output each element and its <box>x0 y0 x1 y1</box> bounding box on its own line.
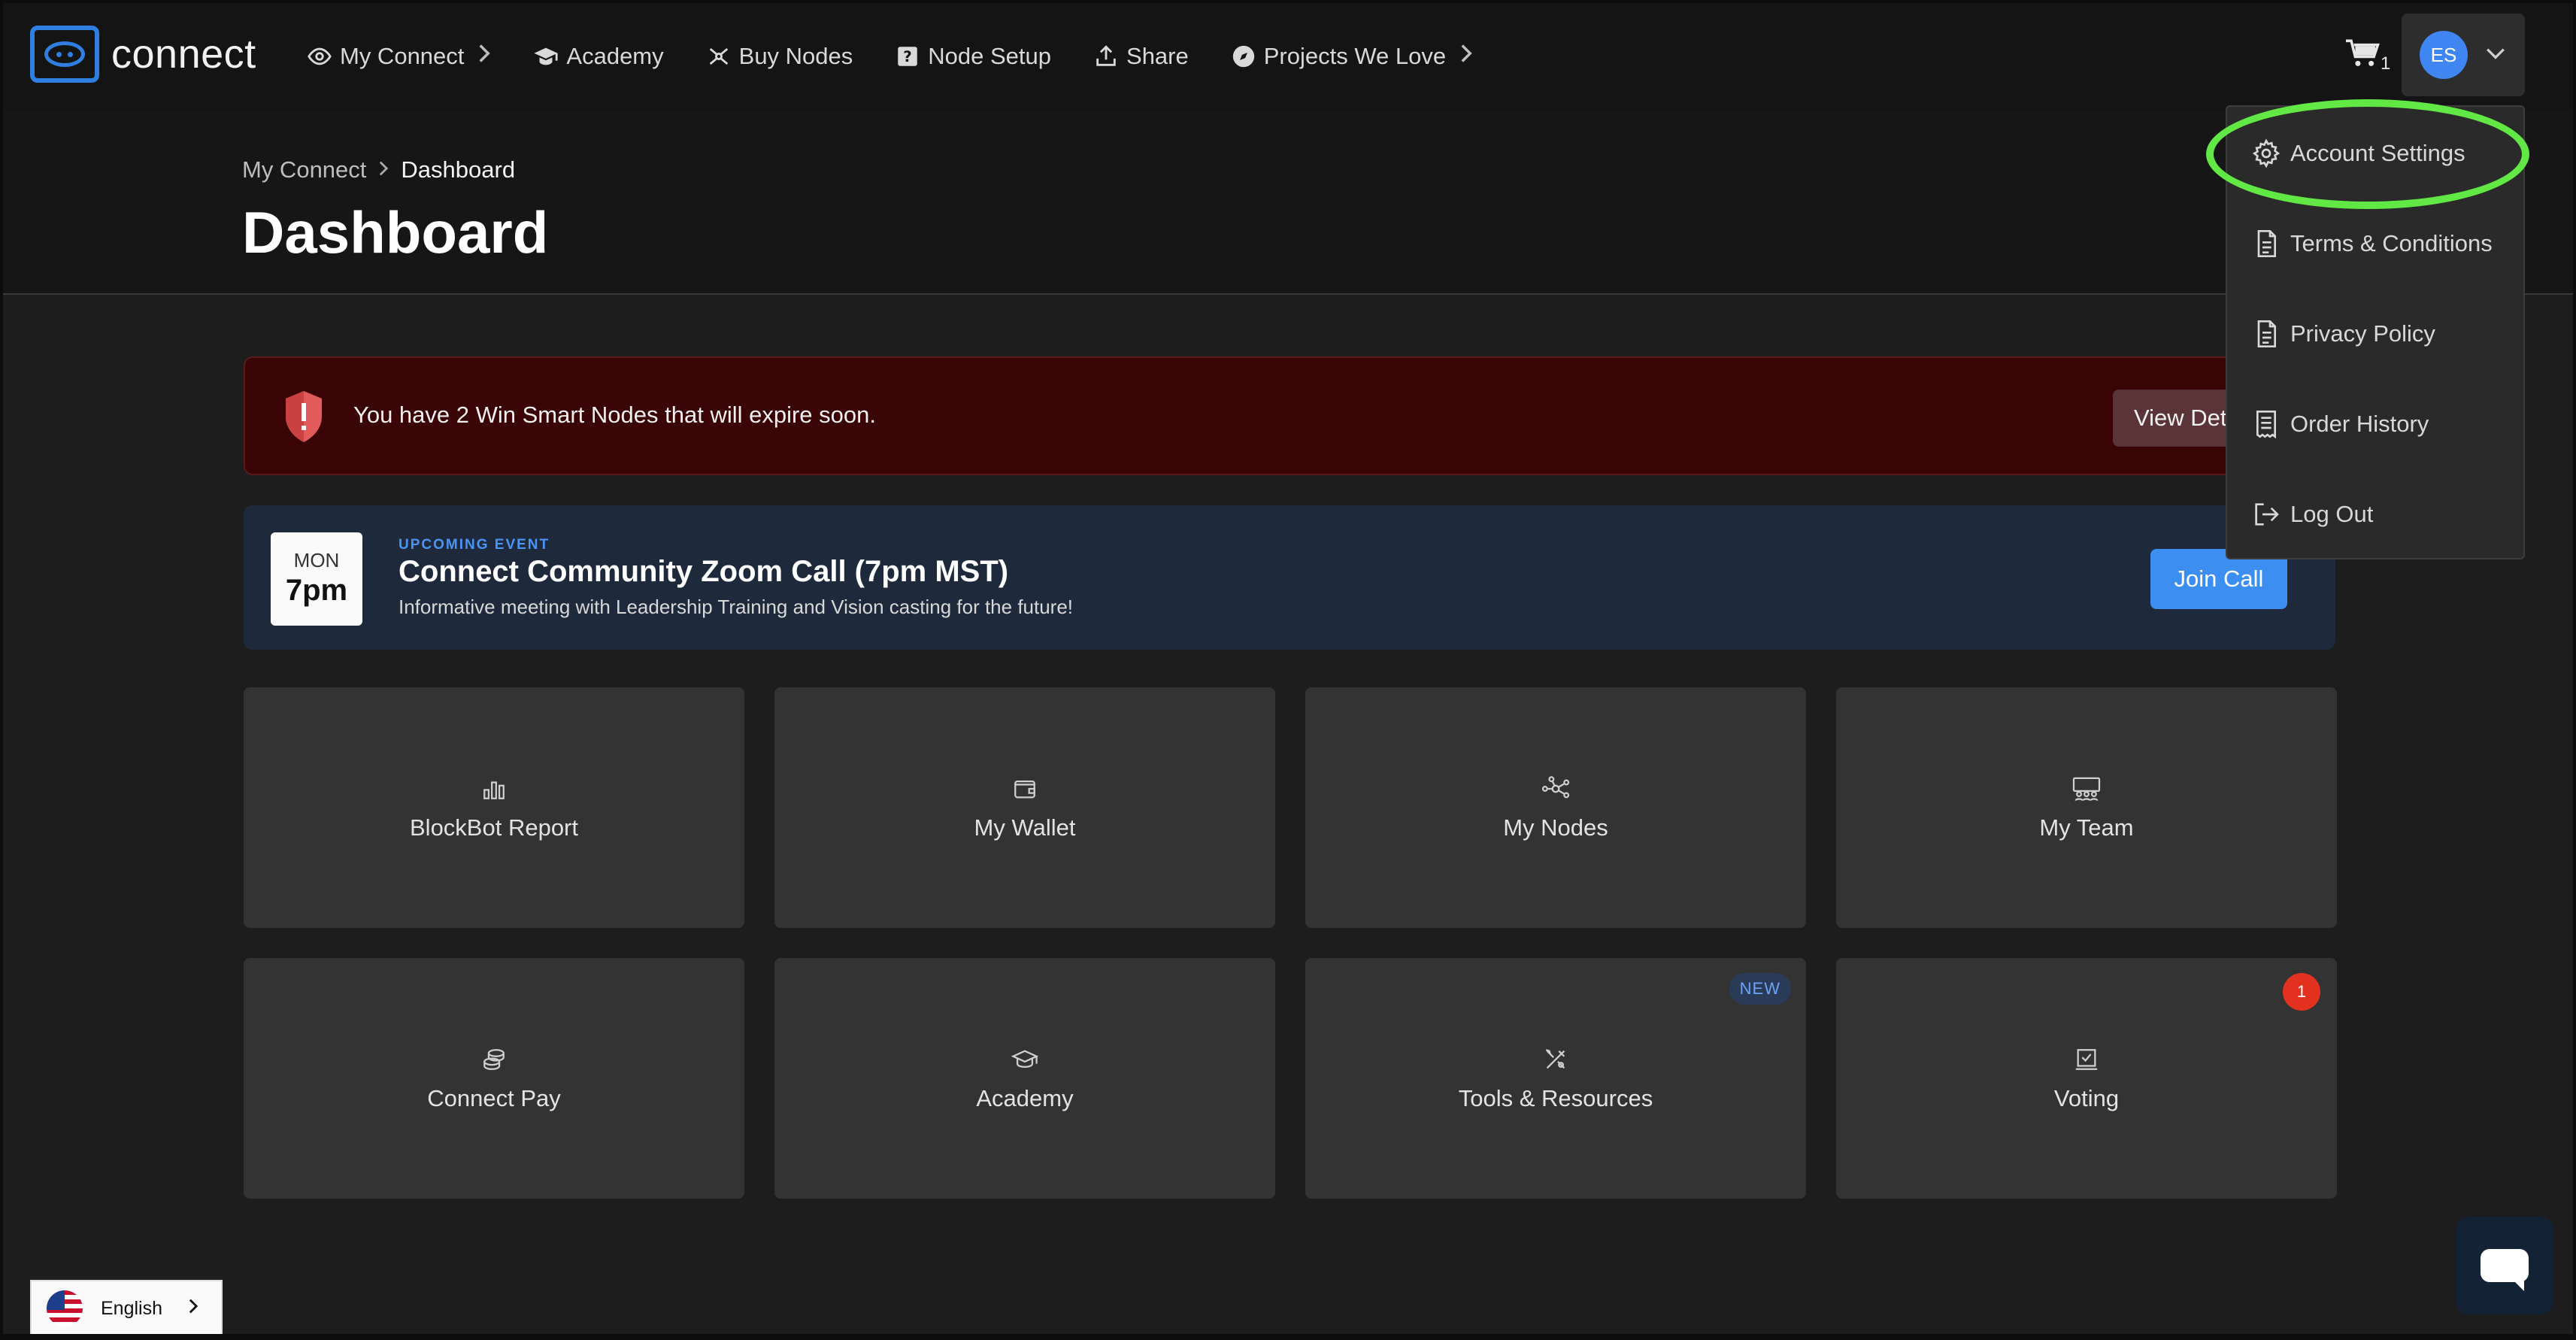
us-flag-icon <box>47 1290 83 1326</box>
user-menu-button[interactable]: ES <box>2402 14 2525 96</box>
document-icon <box>2250 227 2283 260</box>
card-label: My Team <box>2039 814 2134 841</box>
avatar: ES <box>2420 31 2468 79</box>
nav-label: Node Setup <box>928 43 1052 69</box>
chat-bubble-icon <box>2481 1249 2529 1291</box>
breadcrumb: My Connect Dashboard <box>242 156 515 183</box>
card-my-team[interactable]: My Team <box>1836 687 2337 928</box>
nodes-icon <box>706 44 732 69</box>
menu-item-label: Log Out <box>2290 501 2374 527</box>
nav-label: My Connect <box>340 43 465 69</box>
compass-icon <box>1231 44 1256 69</box>
notification-count-badge: 1 <box>2283 973 2320 1011</box>
logo-icon <box>30 26 99 83</box>
menu-item-log-out[interactable]: Log Out <box>2250 498 2373 531</box>
event-date-box: MON 7pm <box>271 532 362 626</box>
cart-count: 1 <box>2381 53 2391 74</box>
nav-label: Projects We Love <box>1263 43 1447 69</box>
card-label: Academy <box>976 1085 1074 1111</box>
ballot-check-icon <box>2071 1044 2102 1075</box>
share-upload-icon <box>1093 44 1119 69</box>
breadcrumb-link-my-connect[interactable]: My Connect <box>242 156 366 183</box>
nav-label: Buy Nodes <box>738 43 853 69</box>
alert-message: You have 2 Win Smart Nodes that will exp… <box>353 402 876 428</box>
nav-item-academy[interactable]: Academy <box>533 43 664 70</box>
nav-label: Share <box>1126 43 1189 69</box>
app-window: connect My Connect Academy Buy Nodes ? N… <box>3 3 2573 1334</box>
eye-icon <box>307 44 332 69</box>
card-my-wallet[interactable]: My Wallet <box>774 687 1275 928</box>
nav-item-share[interactable]: Share <box>1093 43 1189 70</box>
page-header: My Connect Dashboard Dashboard <box>3 110 2573 295</box>
shield-alert-icon <box>283 388 325 449</box>
svg-text:?: ? <box>904 48 913 65</box>
page-title: Dashboard <box>242 199 549 265</box>
card-connect-pay[interactable]: Connect Pay <box>244 958 744 1199</box>
network-nodes-icon <box>1541 774 1571 804</box>
event-time: 7pm <box>285 574 348 607</box>
language-label: English <box>101 1297 162 1319</box>
nav-label: Academy <box>566 43 664 69</box>
menu-item-terms-conditions[interactable]: Terms & Conditions <box>2250 227 2493 260</box>
dashboard-cards: BlockBot Report My Wallet My Nodes My Te… <box>244 687 2337 1199</box>
card-label: Voting <box>2053 1085 2120 1111</box>
menu-item-privacy-policy[interactable]: Privacy Policy <box>2250 317 2435 350</box>
menu-item-order-history[interactable]: Order History <box>2250 408 2429 441</box>
chevron-right-icon <box>477 43 491 70</box>
chevron-down-icon <box>2484 47 2507 64</box>
event-kicker: UPCOMING EVENT <box>399 537 550 553</box>
nav-item-buy-nodes[interactable]: Buy Nodes <box>706 43 853 70</box>
logout-icon <box>2250 498 2283 531</box>
tools-icon <box>1541 1044 1571 1075</box>
breadcrumb-current: Dashboard <box>401 156 516 183</box>
nav-item-projects-we-love[interactable]: Projects We Love <box>1231 43 1473 70</box>
chat-support-button[interactable] <box>2456 1217 2553 1314</box>
card-my-nodes[interactable]: My Nodes <box>1305 687 1806 928</box>
brand-name: connect <box>111 32 256 77</box>
expiry-alert-banner: You have 2 Win Smart Nodes that will exp… <box>244 356 2338 475</box>
upcoming-event-card: MON 7pm UPCOMING EVENT Connect Community… <box>244 505 2335 650</box>
card-label: My Wallet <box>974 814 1076 841</box>
menu-item-label: Terms & Conditions <box>2290 230 2493 256</box>
nav-item-my-connect[interactable]: My Connect <box>307 43 491 70</box>
event-title: Connect Community Zoom Call (7pm MST) <box>399 555 1009 588</box>
card-label: My Nodes <box>1503 814 1608 841</box>
card-voting[interactable]: 1 Voting <box>1836 958 2337 1199</box>
card-label: BlockBot Report <box>410 814 578 841</box>
nav-item-node-setup[interactable]: ? Node Setup <box>895 43 1051 70</box>
receipt-icon <box>2250 408 2283 441</box>
card-blockbot-report[interactable]: BlockBot Report <box>244 687 744 928</box>
event-day: MON <box>293 549 340 571</box>
cart-icon <box>2346 39 2381 74</box>
highlight-annotation <box>2206 99 2529 209</box>
card-label: Tools & Resources <box>1458 1085 1653 1111</box>
brand-logo[interactable]: connect <box>30 26 256 83</box>
graduation-cap-icon <box>1010 1044 1040 1075</box>
chevron-right-icon <box>1459 43 1473 70</box>
document-icon <box>2250 317 2283 350</box>
help-book-icon: ? <box>895 44 920 69</box>
card-label: Connect Pay <box>427 1085 561 1111</box>
event-description: Informative meeting with Leadership Trai… <box>399 596 1074 618</box>
card-academy[interactable]: Academy <box>774 958 1275 1199</box>
top-navigation: connect My Connect Academy Buy Nodes ? N… <box>3 3 2573 110</box>
graduation-cap-icon <box>533 44 559 69</box>
team-icon <box>2071 774 2102 804</box>
nav-menu: My Connect Academy Buy Nodes ? Node Setu… <box>307 3 1515 110</box>
wallet-icon <box>1010 774 1040 804</box>
new-badge: NEW <box>1729 973 1791 1005</box>
chevron-right-icon <box>188 1297 199 1320</box>
coins-stack-icon <box>479 1044 509 1075</box>
language-selector[interactable]: English <box>30 1280 223 1334</box>
menu-item-label: Privacy Policy <box>2290 320 2435 347</box>
card-tools-resources[interactable]: NEW Tools & Resources <box>1305 958 1806 1199</box>
cart-button[interactable]: 1 <box>2346 39 2390 74</box>
bar-chart-icon <box>479 774 509 804</box>
menu-item-label: Order History <box>2290 411 2429 437</box>
chevron-right-icon <box>378 156 389 183</box>
